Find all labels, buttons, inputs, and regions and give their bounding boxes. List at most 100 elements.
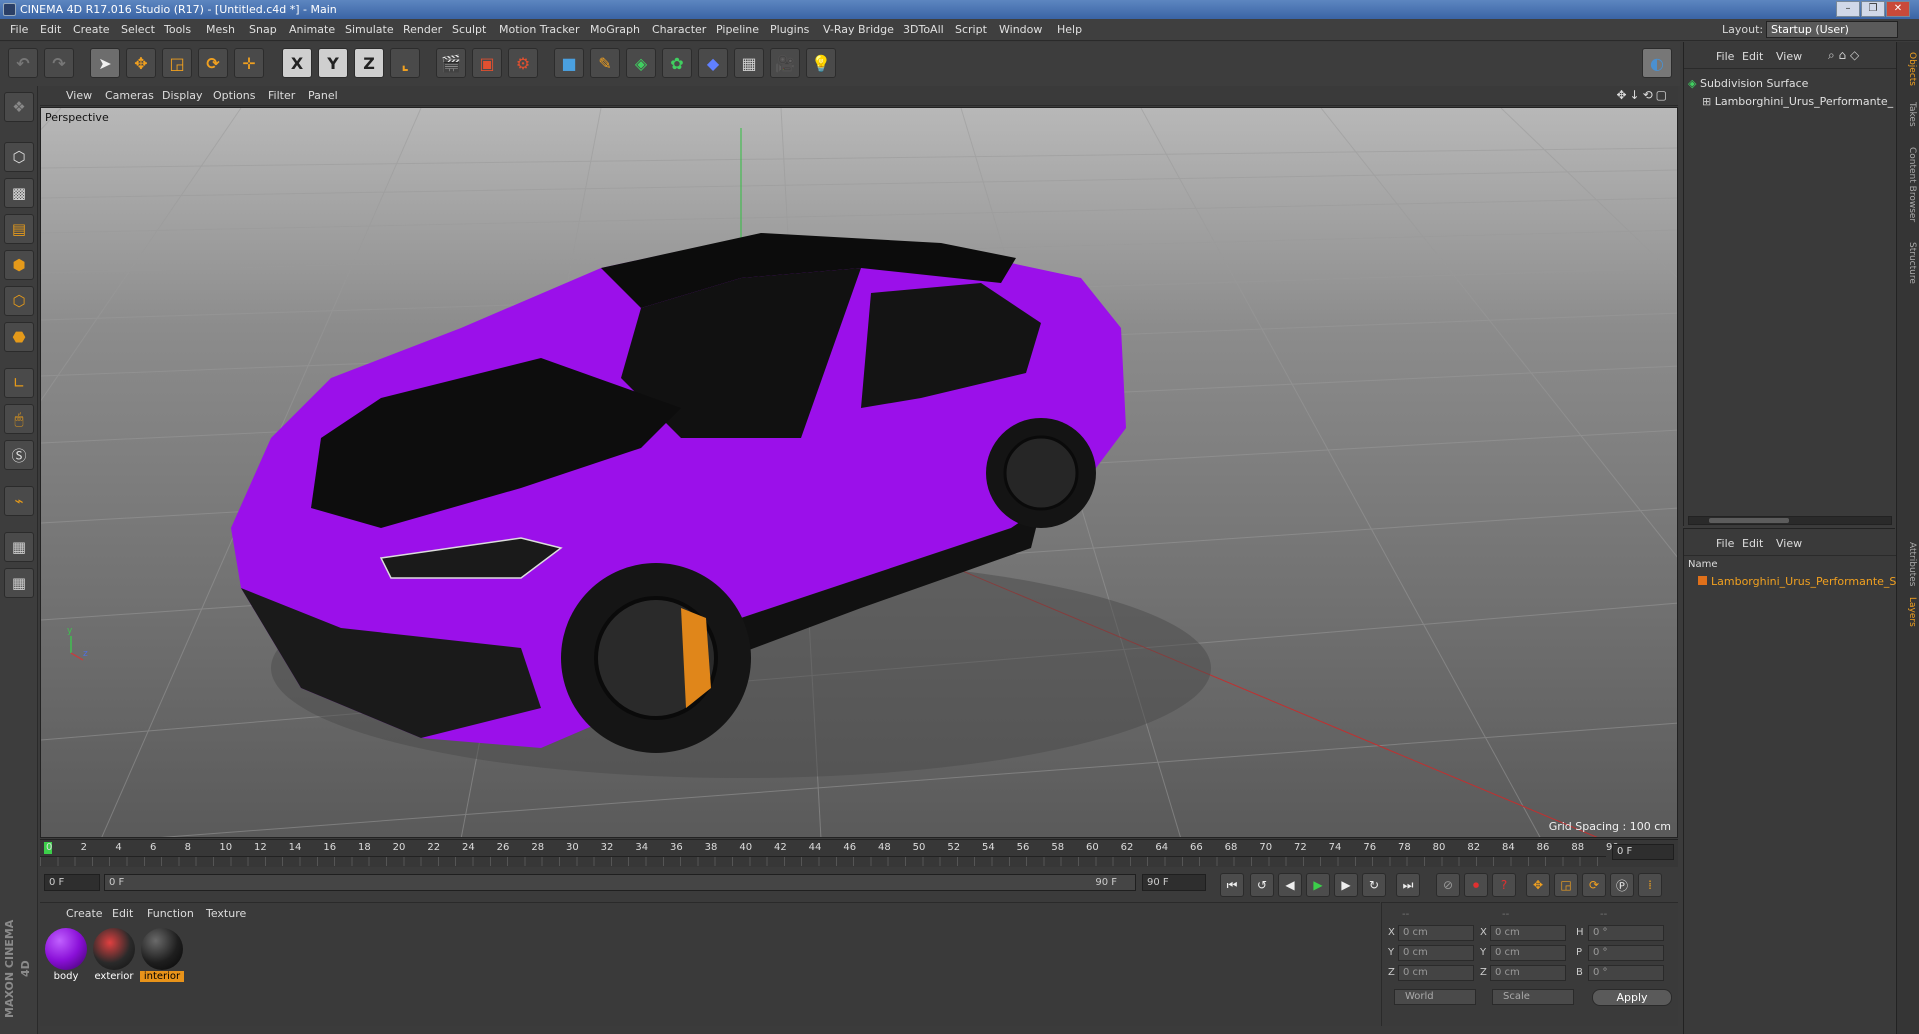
go-to-start-icon[interactable]: ⏮ [1220,873,1244,897]
axis-x-toggle[interactable]: X [282,48,312,78]
menu-mesh[interactable]: Mesh [206,23,235,36]
array-icon[interactable]: ✿ [662,48,692,78]
menu-animate[interactable]: Animate [289,23,335,36]
size-y-field[interactable]: 0 cm [1490,945,1566,961]
axis-y-toggle[interactable]: Y [318,48,348,78]
close-button[interactable]: ✕ [1886,1,1910,17]
record-keys-icon[interactable]: ⊘ [1436,873,1460,897]
viewport-menu-filter[interactable]: Filter [268,89,295,102]
snap-icon[interactable]: ⌁ [4,486,34,516]
key-rotation-icon[interactable]: ⟳ [1582,873,1606,897]
menu-character[interactable]: Character [652,23,706,36]
perspective-viewport[interactable]: y z Perspective Grid Spacing : 100 cm [40,107,1678,838]
next-key-icon[interactable]: ↻ [1362,873,1386,897]
end-frame-field[interactable]: 90 F [1142,874,1206,891]
object-menu-view[interactable]: View [1776,50,1802,63]
polygons-mode-icon[interactable]: ⬣ [4,322,34,352]
axis-z-toggle[interactable]: Z [354,48,384,78]
material-body[interactable]: body [44,927,88,987]
position-x-field[interactable]: 0 cm [1398,925,1474,941]
key-position-icon[interactable]: ✥ [1526,873,1550,897]
menu-tools[interactable]: Tools [164,23,191,36]
undo-icon[interactable]: ↶ [8,48,38,78]
size-x-field[interactable]: 0 cm [1490,925,1566,941]
cube-primitive-icon[interactable]: ■ [554,48,584,78]
object-row-lamborghini[interactable]: ⊞ Lamborghini_Urus_Performante_ [1702,95,1902,108]
coordinate-system-select[interactable]: World [1394,989,1476,1005]
tab-objects[interactable]: Objects [1899,52,1917,86]
object-menu-file[interactable]: File [1716,50,1734,63]
rotate-tool-icon[interactable]: ⟳ [198,48,228,78]
prev-key-icon[interactable]: ↺ [1250,873,1274,897]
menu-mograph[interactable]: MoGraph [590,23,640,36]
python-icon[interactable]: ◐ [1642,48,1672,78]
tab-structure[interactable]: Structure [1899,242,1917,284]
menu-vray-bridge[interactable]: V-Ray Bridge [823,23,894,36]
key-scale-icon[interactable]: ◲ [1554,873,1578,897]
menu-snap[interactable]: Snap [249,23,277,36]
viewport-menu-cameras[interactable]: Cameras [105,89,154,102]
layer-menu-view[interactable]: View [1776,537,1802,550]
menu-plugins[interactable]: Plugins [770,23,809,36]
tab-attributes[interactable]: Attributes [1899,542,1917,586]
layout-select[interactable]: Startup (User) [1766,21,1898,38]
make-editable-icon[interactable]: ❖ [4,92,34,122]
viewport-menu-options[interactable]: Options [213,89,255,102]
texture-mode-icon[interactable]: ▩ [4,178,34,208]
maximize-button[interactable]: ❐ [1861,1,1885,17]
frame-range-slider[interactable]: 0 F 90 F [104,874,1136,891]
camera-icon[interactable]: 🎥 [770,48,800,78]
size-mode-select[interactable]: Scale [1492,989,1574,1005]
current-frame-field[interactable]: 0 F [1612,844,1674,860]
material-interior[interactable]: interior [140,927,184,987]
menu-help[interactable]: Help [1057,23,1082,36]
position-y-field[interactable]: 0 cm [1398,945,1474,961]
object-manager-tool-icons[interactable]: ⌕ ⌂ ◇ [1828,48,1859,63]
viewport-menu-display[interactable]: Display [162,89,203,102]
material-menu-texture[interactable]: Texture [206,907,246,920]
menu-3dtoall[interactable]: 3DToAll [903,23,944,36]
menu-select[interactable]: Select [121,23,155,36]
layer-row-lamborghini[interactable]: Lamborghini_Urus_Performante_S [1698,575,1898,588]
material-menu-function[interactable]: Function [147,907,194,920]
layer-menu-file[interactable]: File [1716,537,1734,550]
object-menu-edit[interactable]: Edit [1742,50,1763,63]
autokey-icon[interactable]: ⏺ [1464,873,1488,897]
tab-layers[interactable]: Layers [1899,597,1917,627]
render-picture-viewer-icon[interactable]: ▣ [472,48,502,78]
prev-frame-icon[interactable]: ◀ [1278,873,1302,897]
keyframe-selection-icon[interactable]: ? [1492,873,1516,897]
rotation-h-field[interactable]: 0 ° [1588,925,1664,941]
rotation-b-field[interactable]: 0 ° [1588,965,1664,981]
tweak-mode-icon[interactable]: 🖱 [4,404,34,434]
material-menu-create[interactable]: Create [66,907,103,920]
axis-mode-icon[interactable]: ∟ [4,368,34,398]
solo-mode-icon[interactable]: Ⓢ [4,440,34,470]
menu-window[interactable]: Window [999,23,1042,36]
quantize-icon[interactable]: ▦ [4,568,34,598]
pen-spline-icon[interactable]: ✎ [590,48,620,78]
object-row-subdivision[interactable]: ◈ Subdivision Surface [1688,77,1888,90]
material-exterior[interactable]: exterior [92,927,136,987]
select-tool-icon[interactable]: ➤ [90,48,120,78]
menu-pipeline[interactable]: Pipeline [716,23,759,36]
viewport-nav-icons[interactable]: ✥↓⟲▢ [1616,88,1670,102]
material-menu-edit[interactable]: Edit [112,907,133,920]
key-pla-icon[interactable]: ⁞ [1638,873,1662,897]
workplane-lock-icon[interactable]: ▦ [4,532,34,562]
rotation-p-field[interactable]: 0 ° [1588,945,1664,961]
menu-file[interactable]: File [10,23,28,36]
menu-create[interactable]: Create [73,23,110,36]
points-mode-icon[interactable]: ⬢ [4,250,34,280]
object-manager-scrollbar[interactable] [1688,516,1892,525]
position-z-field[interactable]: 0 cm [1398,965,1474,981]
minimize-button[interactable]: – [1836,1,1860,17]
menu-edit[interactable]: Edit [40,23,61,36]
render-view-icon[interactable]: 🎬 [436,48,466,78]
apply-button[interactable]: Apply [1592,989,1672,1006]
model-mode-icon[interactable]: ⬡ [4,142,34,172]
render-settings-icon[interactable]: ⚙ [508,48,538,78]
next-frame-icon[interactable]: ▶ [1334,873,1358,897]
subdivision-surface-icon[interactable]: ◈ [626,48,656,78]
deformer-icon[interactable]: ◆ [698,48,728,78]
